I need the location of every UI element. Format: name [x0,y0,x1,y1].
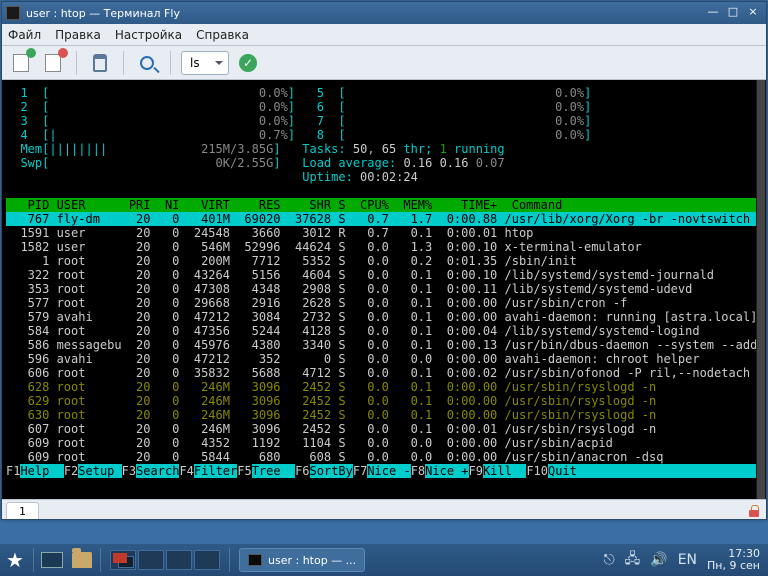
start-button[interactable]: ★ [0,545,30,575]
usb-icon[interactable]: ⎋ [604,552,615,568]
maximize-button[interactable]: □ [724,6,742,20]
session-tab-strip: 1 [2,499,766,519]
minimize-button[interactable]: — [704,6,722,20]
task-button-terminal[interactable]: user : htop — ... [239,548,365,572]
new-session-button[interactable] [8,50,34,76]
file-manager-button[interactable] [67,545,97,575]
workspace-pager[interactable] [110,550,220,570]
search-button[interactable] [134,50,160,76]
terminal-icon [248,554,262,566]
system-tray: ⎋ 🖧 🔊 EN 17:30 Пн, 9 сен [604,548,768,572]
workspace-4[interactable] [194,550,220,570]
menu-help[interactable]: Справка [196,28,249,42]
toolbar: ls ✓ [2,46,766,80]
desktop-icon [41,552,63,568]
window-title: user : htop — Терминал Fly [26,7,180,20]
volume-icon[interactable]: 🔊 [650,552,667,568]
paste-button[interactable] [87,50,113,76]
terminal-icon [6,6,20,20]
run-button[interactable]: ✓ [235,50,261,76]
lock-icon[interactable] [748,505,760,517]
menu-settings[interactable]: Настройка [115,28,182,42]
terminal-scrollbar[interactable] [756,80,766,499]
close-button[interactable]: × [744,6,762,20]
terminal-window: user : htop — Терминал Fly — □ × Файл Пр… [1,1,767,520]
command-combo[interactable]: ls [181,51,229,75]
workspace-2[interactable] [138,550,164,570]
task-button-label: user : htop — ... [268,554,356,567]
workspace-3[interactable] [166,550,192,570]
session-tab[interactable]: 1 [6,502,39,519]
network-icon[interactable]: 🖧 [625,548,641,572]
menu-file[interactable]: Файл [8,28,41,42]
show-desktop-button[interactable] [37,545,67,575]
folder-icon [72,552,92,568]
star-icon: ★ [6,548,24,572]
keyboard-layout[interactable]: EN [678,552,697,568]
menu-edit[interactable]: Правка [55,28,101,42]
titlebar[interactable]: user : htop — Терминал Fly — □ × [2,2,766,24]
terminal-viewport[interactable]: 1 [ 0.0%] 5 [ 0.0%] 2 [ 0.0%] 6 [ 0.0%] … [2,80,766,499]
menubar: Файл Правка Настройка Справка [2,24,766,46]
workspace-1[interactable] [110,550,136,570]
clock[interactable]: 17:30 Пн, 9 сен [707,548,760,572]
close-session-button[interactable] [40,50,66,76]
taskbar: ★ user : htop — ... ⎋ 🖧 🔊 EN 17:30 Пн, 9… [0,544,768,576]
